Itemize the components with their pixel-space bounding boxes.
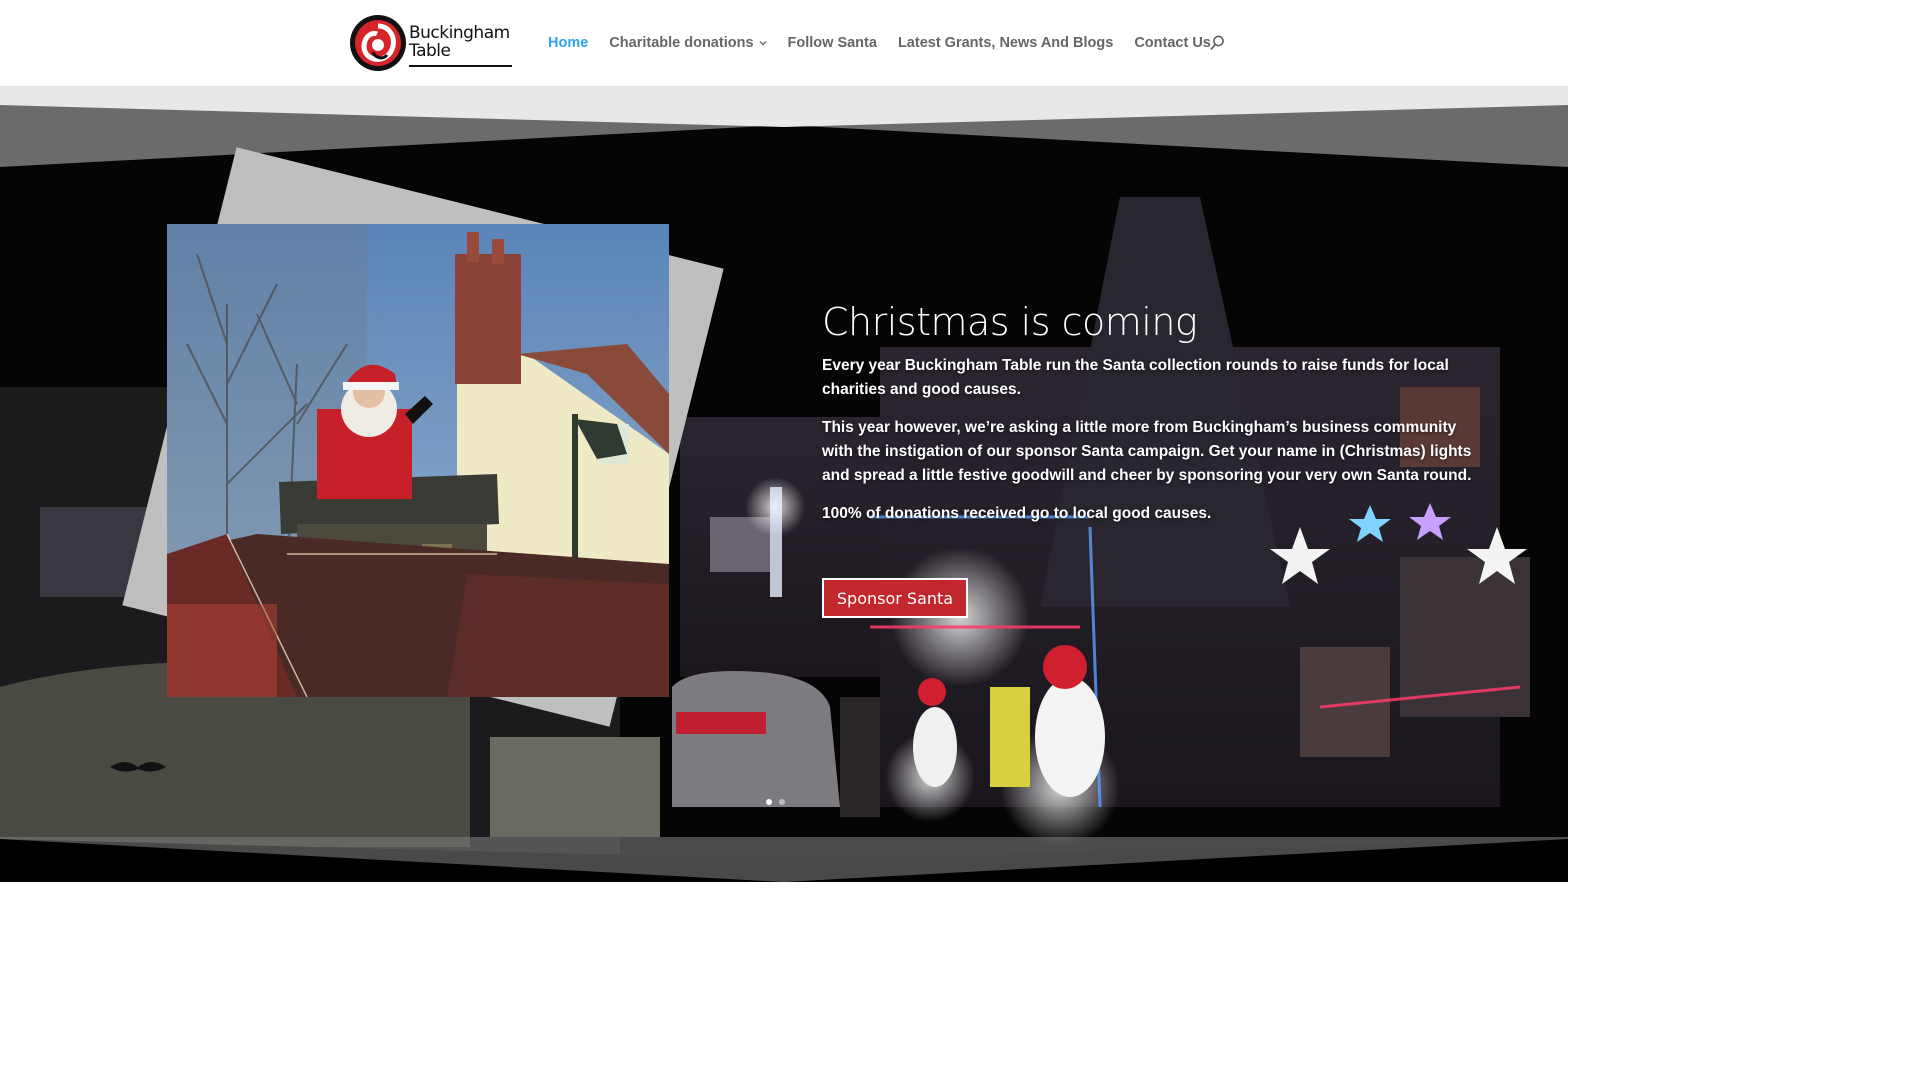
nav-item-label: Follow Santa [787,35,877,51]
nav-item-latest-grants-news-blogs[interactable]: Latest Grants, News And Blogs [898,35,1113,51]
nav-item-charitable-donations[interactable]: Charitable donations [609,35,767,51]
main-nav: Home Charitable donations Follow Santa L… [548,33,1232,53]
site-logo[interactable]: Buckingham Table [349,13,514,73]
hero-title: Christmas is coming [822,300,1198,344]
search-icon[interactable] [1209,35,1225,51]
hero-paragraph-3: 100% of donations received go to local g… [822,504,1212,522]
logo-line-1: Buckingham [409,23,510,43]
slider-dot-1[interactable] [766,799,772,805]
hero-slider: Christmas is coming Every year Buckingha… [0,87,1568,882]
hero-paragraph-2: This year however, we’re asking a little… [822,418,1472,484]
logo-underline [409,65,512,67]
site-header: Buckingham Table Home Charitable donatio… [0,0,1568,87]
slider-pagination [766,799,785,805]
logo-emblem-icon [350,15,406,71]
logo-text: Buckingham Table [409,24,513,60]
logo-line-2: Table [409,41,451,61]
nav-item-label: Contact Us [1134,35,1211,51]
nav-item-contact-us[interactable]: Contact Us [1134,35,1211,51]
nav-item-label: Latest Grants, News And Blogs [897,35,1114,51]
hero-content: Christmas is coming Every year Buckingha… [822,300,1482,540]
sponsor-santa-button[interactable]: Sponsor Santa [822,578,968,618]
santa-on-rooftop-image [167,224,669,697]
nav-item-home[interactable]: Home [548,35,588,51]
slider-dot-2[interactable] [779,799,785,805]
hero-paragraph-1: Every year Buckingham Table run the Sant… [822,356,1449,398]
santa-photo-stack [110,147,730,767]
nav-item-follow-santa[interactable]: Follow Santa [788,35,877,51]
chevron-down-icon [759,41,767,46]
nav-item-label: Home [548,35,589,51]
nav-item-label: Charitable donations [609,35,754,51]
